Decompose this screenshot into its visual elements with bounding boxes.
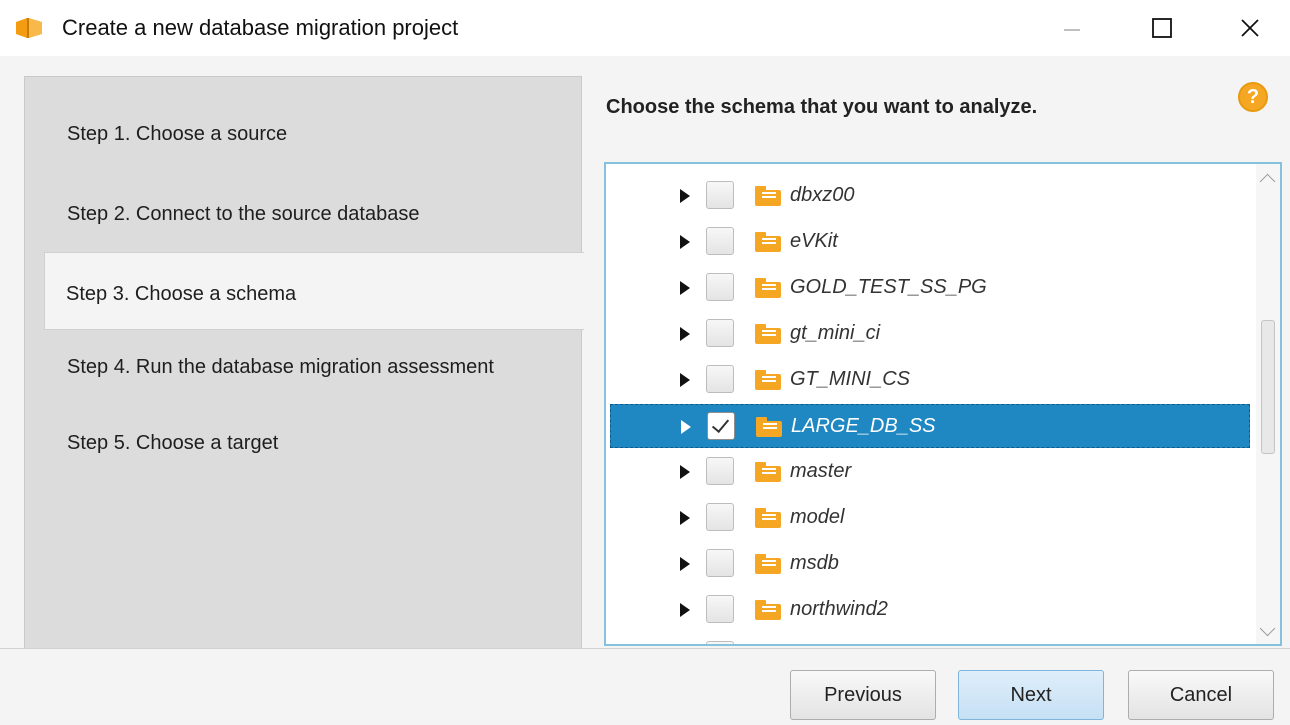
schema-row-dbxz00[interactable]: dbxz00 [610, 174, 1250, 218]
scroll-up-icon[interactable] [1259, 173, 1276, 190]
schema-checkbox-checked[interactable] [707, 412, 735, 440]
schema-row-partial[interactable] [610, 634, 1250, 644]
expand-arrow-icon[interactable] [680, 189, 690, 203]
schema-tree[interactable]: dbxz00 eVKit GOLD_TEST_SS_PG gt_mini_ci … [604, 162, 1282, 646]
schema-checkbox[interactable] [706, 227, 734, 255]
schema-row-evkit[interactable]: eVKit [610, 220, 1250, 264]
expand-arrow-icon[interactable] [681, 420, 691, 434]
expand-arrow-icon[interactable] [680, 373, 690, 387]
minimize-button[interactable] [1040, 0, 1104, 56]
footer-divider [0, 648, 1290, 649]
schema-folder-icon [755, 554, 781, 574]
schema-checkbox[interactable] [706, 365, 734, 393]
step-label: Step 3. Choose a schema [66, 283, 297, 305]
schema-row-gt-mini-ci[interactable]: gt_mini_ci [610, 312, 1250, 356]
schema-checkbox[interactable] [706, 595, 734, 623]
help-icon[interactable]: ? [1238, 82, 1268, 112]
tree-scrollbar[interactable] [1256, 164, 1280, 644]
schema-folder-icon [755, 278, 781, 298]
steps-panel: Step 1. Choose a source Step 2. Connect … [24, 76, 582, 648]
maximize-button[interactable] [1130, 0, 1194, 56]
close-icon [1241, 19, 1259, 37]
step-label: Step 5. Choose a target [67, 432, 279, 454]
window-title: Create a new database migration project [62, 15, 459, 40]
expand-arrow-icon[interactable] [680, 603, 690, 617]
schema-name: eVKit [790, 230, 838, 252]
schema-checkbox[interactable] [706, 181, 734, 209]
next-button[interactable]: Next [958, 670, 1104, 720]
schema-name: msdb [790, 552, 839, 574]
schema-folder-icon [756, 417, 782, 437]
schema-name: model [790, 506, 845, 528]
schema-folder-icon [755, 186, 781, 206]
schema-row-model[interactable]: model [610, 496, 1250, 540]
close-button[interactable] [1218, 0, 1282, 56]
schema-name: dbxz00 [790, 184, 855, 206]
schema-checkbox[interactable] [706, 457, 734, 485]
schema-prompt: Choose the schema that you want to analy… [606, 96, 1038, 118]
schema-checkbox[interactable] [706, 549, 734, 577]
schema-row-msdb[interactable]: msdb [610, 542, 1250, 586]
expand-arrow-icon[interactable] [680, 235, 690, 249]
schema-row-northwind2[interactable]: northwind2 [610, 588, 1250, 632]
schema-name: master [790, 460, 852, 482]
schema-row-gt-mini-cs[interactable]: GT_MINI_CS [610, 358, 1250, 402]
schema-name: GT_MINI_CS [790, 368, 911, 390]
schema-checkbox[interactable] [706, 273, 734, 301]
step-label: Step 2. Connect to the source database [67, 203, 420, 225]
title-bar: Create a new database migration project [0, 0, 1290, 56]
expand-arrow-icon[interactable] [680, 557, 690, 571]
step-label: Step 1. Choose a source [67, 123, 288, 145]
scroll-down-icon[interactable] [1259, 620, 1276, 637]
schema-folder-icon [755, 324, 781, 344]
schema-name: gt_mini_ci [790, 322, 881, 344]
schema-name: GOLD_TEST_SS_PG [790, 276, 987, 298]
minimize-icon [1064, 29, 1080, 31]
scroll-thumb[interactable] [1261, 320, 1275, 454]
expand-arrow-icon[interactable] [680, 511, 690, 525]
schema-name: LARGE_DB_SS [791, 415, 936, 437]
expand-arrow-icon[interactable] [680, 465, 690, 479]
schema-row-large-db-ss[interactable]: LARGE_DB_SS [610, 404, 1250, 448]
aws-box-icon [16, 18, 42, 38]
schema-folder-icon [755, 508, 781, 528]
schema-folder-icon [755, 600, 781, 620]
schema-folder-icon [755, 370, 781, 390]
schema-checkbox[interactable] [706, 503, 734, 531]
maximize-icon [1152, 18, 1172, 38]
schema-folder-icon [755, 462, 781, 482]
schema-checkbox[interactable] [706, 319, 734, 347]
schema-checkbox[interactable] [706, 641, 734, 644]
expand-arrow-icon[interactable] [680, 281, 690, 295]
previous-button[interactable]: Previous [790, 670, 936, 720]
schema-folder-icon [755, 232, 781, 252]
expand-arrow-icon[interactable] [680, 327, 690, 341]
step-label: Step 4. Run the database migration asses… [67, 356, 494, 378]
schema-name: northwind2 [790, 598, 888, 620]
step-3-item-active[interactable]: Step 3. Choose a schema [44, 252, 584, 330]
schema-row-gold-test-ss-pg[interactable]: GOLD_TEST_SS_PG [610, 266, 1250, 310]
cancel-button[interactable]: Cancel [1128, 670, 1274, 720]
schema-row-master[interactable]: master [610, 450, 1250, 494]
